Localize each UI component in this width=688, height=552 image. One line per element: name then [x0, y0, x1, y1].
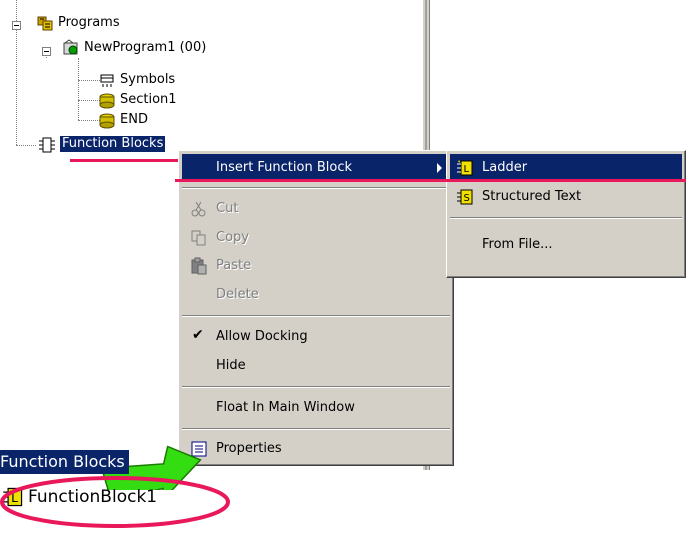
tree-connector — [78, 80, 100, 81]
copy-icon — [191, 230, 206, 246]
end-icon — [99, 113, 115, 129]
menu-item-label: Delete — [216, 287, 259, 302]
ladder-icon: L — [457, 160, 473, 176]
programs-expander[interactable] — [12, 21, 21, 30]
annotation-underline — [70, 159, 180, 162]
menu-item-ladder[interactable]: L Ladder — [450, 154, 682, 182]
program-icon — [63, 39, 78, 55]
menu-item-label: Allow Docking — [216, 329, 308, 344]
tree-connector — [78, 58, 79, 120]
paste-icon — [191, 257, 207, 275]
menu-item-copy[interactable]: Copy — [182, 224, 450, 252]
menu-item-delete[interactable]: Delete — [182, 281, 450, 309]
checkmark-icon: ✔ — [192, 327, 204, 343]
menu-item-label: Ladder — [482, 160, 528, 175]
menu-item-cut[interactable]: Cut — [182, 195, 450, 223]
cut-icon — [191, 201, 206, 217]
menu-item-label: Structured Text — [482, 189, 582, 204]
result-function-blocks-label[interactable]: Function Blocks — [0, 450, 129, 474]
menu-separator — [450, 217, 682, 219]
tree-item-program[interactable]: NewProgram1 (00) — [84, 40, 206, 56]
project-tree: Programs NewProgram1 (00) Symbols Sectio… — [0, 0, 420, 160]
menu-item-paste[interactable]: Paste — [182, 252, 450, 280]
structured-text-icon: S — [457, 189, 473, 205]
menu-item-label: Paste — [216, 258, 252, 273]
insert-function-block-submenu: L Ladder S Structured Text From File... — [446, 150, 686, 278]
menu-separator — [182, 187, 450, 189]
tree-connector — [78, 120, 100, 121]
menu-item-insert-function-block[interactable]: Insert Function Block — [182, 154, 450, 182]
function-blocks-icon — [39, 137, 55, 153]
svg-text:L: L — [464, 164, 470, 175]
annotation-strike-line — [175, 179, 686, 182]
menu-item-hide[interactable]: Hide — [182, 352, 450, 380]
menu-item-label: Insert Function Block — [216, 160, 353, 175]
menu-item-label: Copy — [216, 230, 249, 245]
menu-separator — [182, 386, 450, 388]
submenu-arrow-icon — [437, 163, 442, 173]
menu-item-allow-docking[interactable]: ✔ Allow Docking — [182, 323, 450, 351]
annotation-ellipse — [0, 476, 230, 528]
menu-item-label: Cut — [216, 201, 239, 216]
program-expander[interactable] — [42, 47, 51, 56]
svg-text:S: S — [464, 193, 470, 204]
tree-connector — [78, 100, 100, 101]
tree-item-function-blocks[interactable]: Function Blocks — [60, 136, 166, 152]
menu-item-label: From File... — [482, 237, 553, 252]
menu-item-structured-text[interactable]: S Structured Text — [450, 183, 682, 211]
menu-item-label: Hide — [216, 358, 246, 373]
tree-item-symbols[interactable]: Symbols — [120, 72, 175, 88]
tree-item-end[interactable]: END — [120, 112, 148, 128]
tree-item-section1[interactable]: Section1 — [120, 92, 177, 108]
menu-item-from-file[interactable]: From File... — [450, 231, 682, 259]
tree-connector — [16, 145, 36, 146]
section-icon — [99, 93, 115, 109]
tree-item-programs[interactable]: Programs — [58, 15, 120, 31]
programs-icon — [37, 16, 53, 31]
symbols-icon — [100, 74, 114, 87]
menu-separator — [182, 315, 450, 317]
